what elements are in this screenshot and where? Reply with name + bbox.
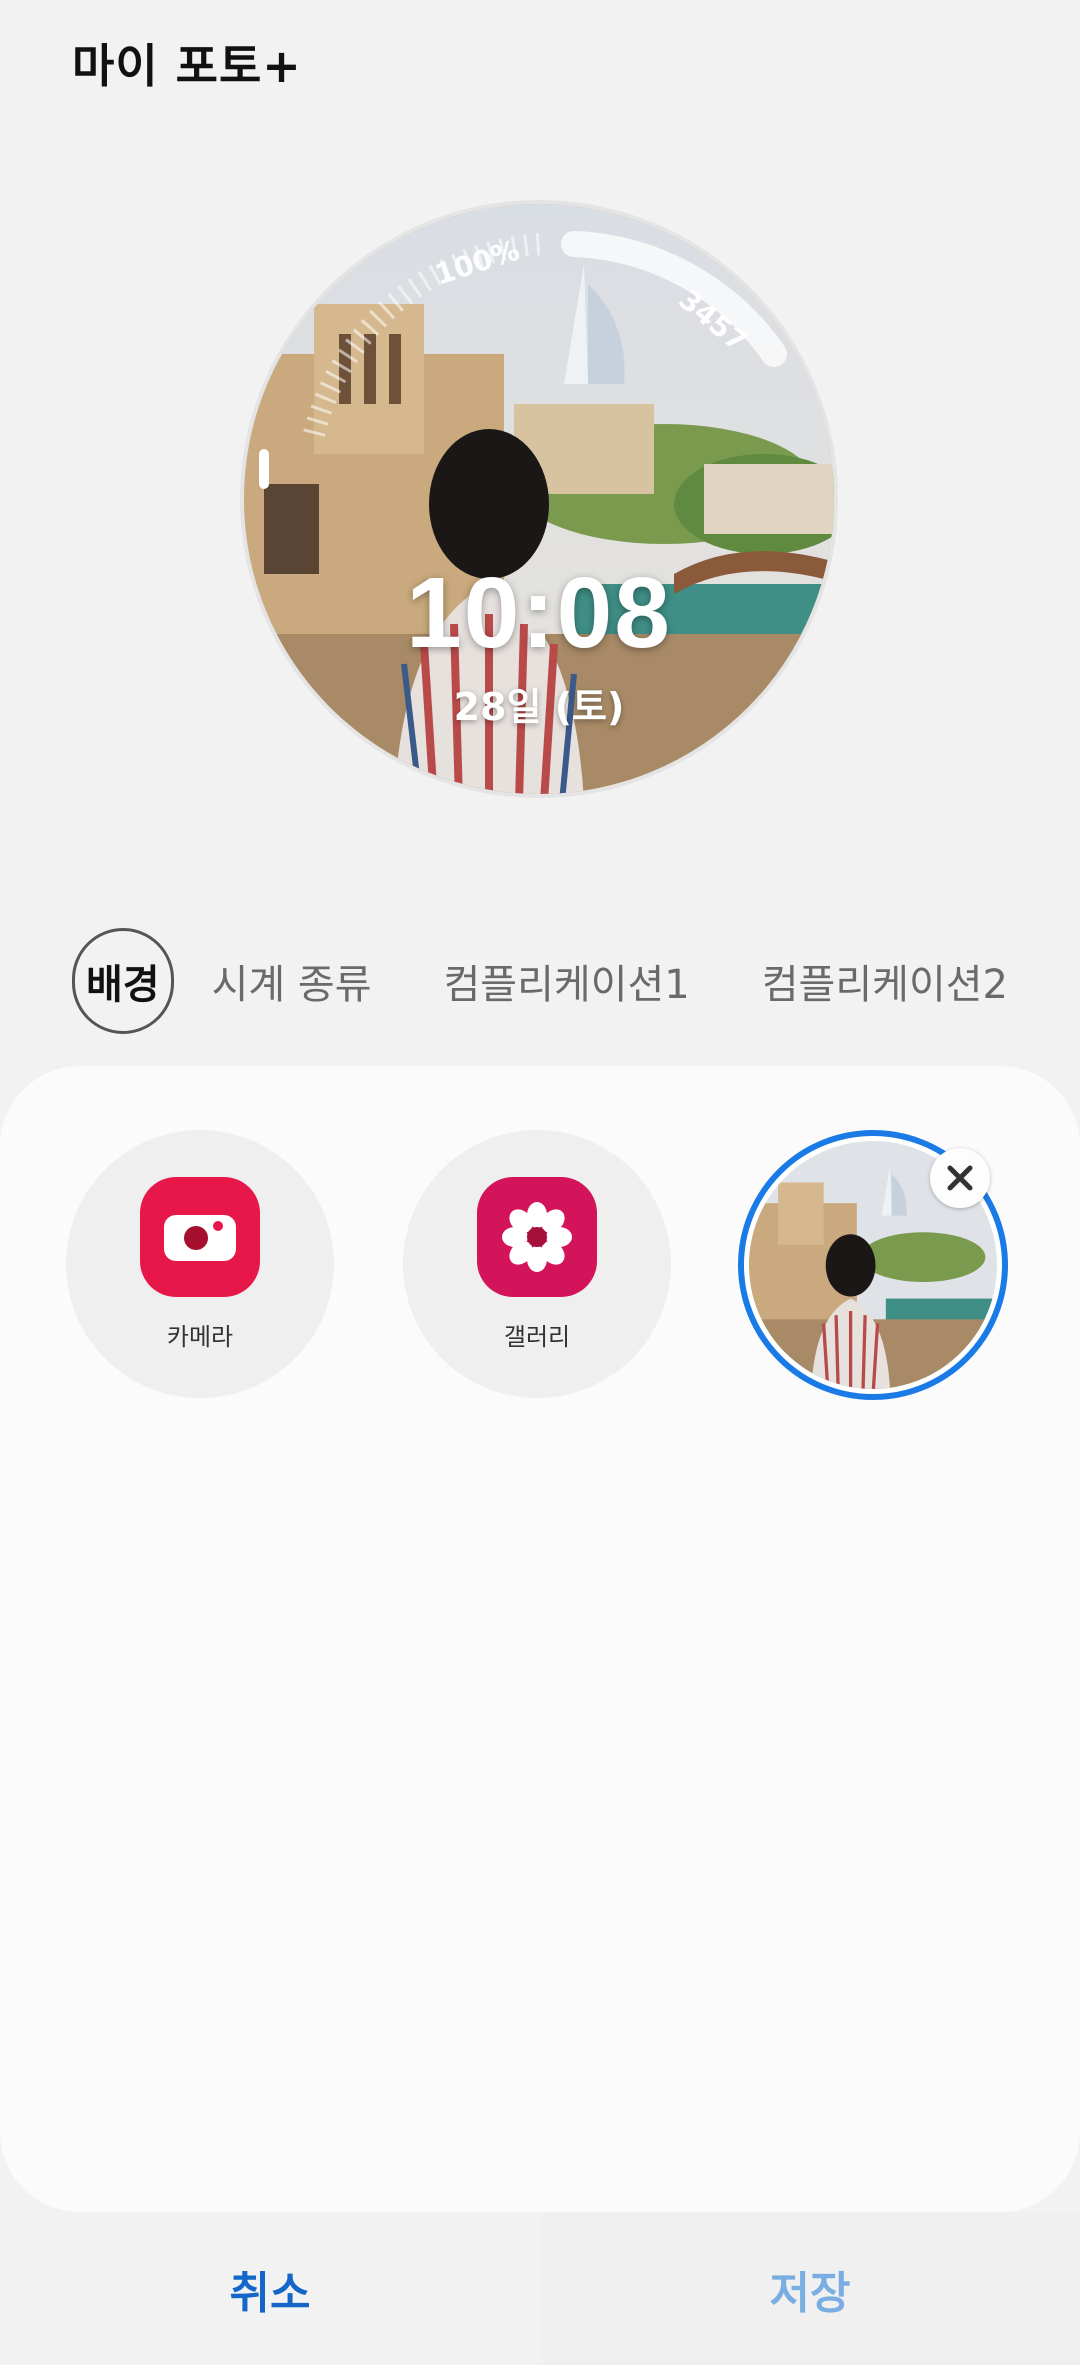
gallery-option[interactable]: 갤러리 [403,1130,671,1398]
background-options-panel: 카메라 갤러리 [0,1066,1080,2212]
camera-icon [140,1176,260,1297]
watch-date: 28일 (토) [453,685,625,729]
cancel-button[interactable]: 취소 [0,2212,540,2365]
page-title: 마이 포토+ [72,39,302,93]
watch-face-preview: 100% 3457 10:08 28일 (토) [240,200,838,798]
tab-background[interactable]: 배경 [72,928,174,1034]
watch-time: 10:08 [406,557,672,669]
tab-complication-1[interactable]: 컴플리케이션1 [444,952,690,1010]
save-button[interactable]: 저장 [540,2212,1080,2365]
close-icon [947,1165,973,1191]
camera-label: 카메라 [166,1322,234,1351]
camera-option[interactable]: 카메라 [66,1130,334,1398]
flower-icon [477,1176,597,1297]
tab-complication-2[interactable]: 컴플리케이션2 [762,952,1008,1010]
gallery-label: 갤러리 [503,1322,571,1351]
bottom-action-bar: 취소 저장 [0,2212,1080,2365]
tab-watch-style[interactable]: 시계 종류 [212,952,372,1010]
remove-photo-button[interactable] [930,1148,990,1208]
customization-tabs: 배경 시계 종류 컴플리케이션1 컴플리케이션2 [72,928,1080,1034]
